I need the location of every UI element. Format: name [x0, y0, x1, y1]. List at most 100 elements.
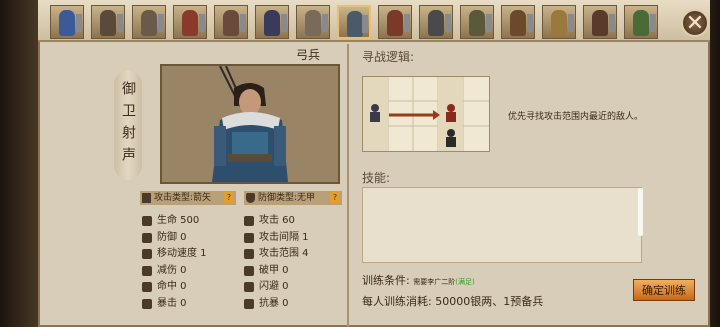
roster-slot[interactable]: [378, 5, 412, 39]
left-stat: 暴击 0: [142, 297, 187, 311]
crit-icon: [142, 299, 152, 309]
stat-label: 闪避 0: [259, 281, 289, 293]
roster-slot[interactable]: [132, 5, 166, 39]
roster-slot[interactable]: [296, 5, 330, 39]
unit-thumbnail-icon: [264, 10, 280, 36]
stat-label: 攻击范围 4: [259, 248, 309, 260]
stat-label: 攻击 60: [259, 215, 295, 226]
anticrit-icon: [244, 299, 254, 309]
defense-type-icon: [246, 193, 255, 203]
defense-type-bar: 防御类型:无甲 ?: [244, 191, 342, 205]
unit-thumbnail-icon: [469, 10, 485, 36]
defense-type-help-icon[interactable]: ?: [330, 192, 340, 203]
unit-thumbnail-icon: [100, 10, 116, 36]
unit-thumbnail-icon: [633, 10, 649, 36]
roster-slot[interactable]: [214, 5, 248, 39]
stat-label: 破甲 0: [259, 264, 289, 276]
roster-slot[interactable]: [624, 5, 658, 39]
roster-slot[interactable]: [583, 5, 617, 39]
reduction-icon: [142, 265, 152, 276]
unit-thumbnail-icon: [428, 10, 444, 36]
cost-label: 每人训练消耗:: [362, 295, 432, 308]
left-stat: 生命 500: [142, 214, 199, 228]
roster-tag: [117, 14, 123, 32]
pierce-icon: [244, 265, 254, 276]
stat-label: 生命 500: [157, 215, 200, 226]
roster-slot[interactable]: [501, 5, 535, 39]
logic-description: 优先寻找攻击范围内最近的敌人。: [508, 112, 644, 122]
left-stat: 命中 0: [142, 280, 187, 294]
roster-slot[interactable]: [460, 5, 494, 39]
roster-tag: [281, 14, 287, 32]
ally-unit-icon: [370, 104, 380, 122]
roster-tag: [362, 15, 368, 33]
dodge-icon: [244, 282, 254, 293]
panel-divider: [347, 44, 349, 327]
roster-tag: [486, 14, 492, 32]
right-stat: 抗暴 0: [244, 297, 289, 311]
roster-tag: [568, 14, 574, 32]
roster-tag: [650, 14, 656, 32]
condition-status: (满足): [455, 278, 475, 286]
enemy-unit-icon: [446, 129, 456, 147]
skills-box: [362, 187, 642, 263]
skills-title: 技能:: [362, 171, 391, 185]
roster-tag: [609, 14, 615, 32]
unit-thumbnail-icon: [59, 10, 75, 36]
defense-type-label: 防御类型:无甲: [258, 193, 316, 203]
roster-tag: [404, 14, 410, 32]
roster-tag: [527, 14, 533, 32]
confirm-training-button[interactable]: 确定训练: [633, 279, 695, 301]
enemy-target-icon: [446, 104, 456, 122]
skills-scrollbar[interactable]: [638, 188, 643, 236]
roster-slot[interactable]: [173, 5, 207, 39]
unit-roster-bar: [38, 0, 710, 42]
close-button[interactable]: ✕: [681, 9, 709, 37]
unit-thumbnail-icon: [510, 10, 526, 36]
training-cost: 每人训练消耗: 50000银两、1预备兵: [362, 293, 543, 309]
roster-tag: [445, 14, 451, 32]
unit-thumbnail-icon: [387, 10, 403, 36]
condition-label: 训练条件:: [362, 274, 410, 287]
left-stat: 移动速度 1: [142, 247, 207, 261]
unit-thumbnail-icon: [182, 10, 198, 36]
roster-slot[interactable]: [337, 5, 371, 39]
stat-label: 防御 0: [157, 231, 187, 243]
roster-slot[interactable]: [419, 5, 453, 39]
roster-slot[interactable]: [91, 5, 125, 39]
roster-tag: [158, 14, 164, 32]
attack-type-label: 攻击类型:箭矢: [154, 193, 212, 203]
attack-type-icon: [142, 193, 151, 203]
sword-icon: [244, 216, 254, 226]
left-stat: 减伤 0: [142, 264, 187, 278]
roster-slot[interactable]: [50, 5, 84, 39]
target-icon: [142, 282, 152, 293]
logic-title: 寻战逻辑:: [362, 50, 415, 64]
stat-label: 暴击 0: [157, 298, 187, 309]
stat-label: 攻击间隔 1: [259, 231, 309, 243]
stat-label: 命中 0: [157, 281, 187, 293]
background-left: [0, 0, 40, 327]
interval-icon: [244, 232, 254, 243]
unit-thumbnail-icon: [305, 10, 321, 36]
roster-slot[interactable]: [542, 5, 576, 39]
targeting-grid: [362, 76, 490, 152]
unit-thumbnail-icon: [551, 10, 567, 36]
shield-icon: [142, 232, 152, 243]
training-condition: 训练条件: 需要李广二阶(满足): [362, 272, 475, 288]
right-stat: 攻击 60: [244, 214, 295, 228]
roster-slot[interactable]: [255, 5, 289, 39]
attack-type-help-icon[interactable]: ?: [224, 192, 234, 203]
left-stat: 防御 0: [142, 231, 187, 245]
unit-thumbnail-icon: [592, 10, 608, 36]
roster-tag: [199, 14, 205, 32]
heart-icon: [142, 216, 152, 226]
targeting-diagram: [363, 77, 489, 151]
unit-thumbnail-icon: [347, 11, 363, 37]
cost-value: 50000银两、1预备兵: [435, 295, 544, 308]
unit-thumbnail-icon: [223, 10, 239, 36]
stat-label: 抗暴 0: [259, 298, 289, 309]
stat-label: 移动速度 1: [157, 248, 207, 260]
right-stat: 攻击范围 4: [244, 247, 309, 261]
stat-label: 减伤 0: [157, 264, 187, 276]
